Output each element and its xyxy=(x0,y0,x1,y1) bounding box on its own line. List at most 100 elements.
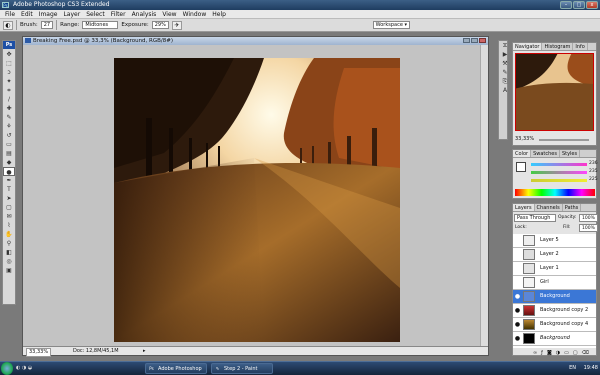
status-arrow-icon[interactable]: ▸ xyxy=(143,347,146,356)
visibility-toggle[interactable] xyxy=(514,279,521,286)
eyedropper-tool-icon[interactable]: ⌇ xyxy=(3,221,15,230)
layer-row[interactable]: Girl xyxy=(513,276,596,290)
exposure-input[interactable]: 29% xyxy=(151,21,169,29)
link-layers-icon[interactable]: ∞ xyxy=(533,350,537,356)
tab-layers[interactable]: Layers xyxy=(513,204,535,211)
menu-file[interactable]: File xyxy=(2,10,18,19)
visibility-toggle[interactable] xyxy=(514,265,521,272)
clone-source-panel-icon[interactable]: ⎘ xyxy=(499,77,511,86)
tab-navigator[interactable]: Navigator xyxy=(513,43,543,50)
image-canvas[interactable] xyxy=(114,58,400,342)
trash-icon[interactable]: ⌫ xyxy=(582,350,589,356)
tool-preset-icon[interactable]: ◐ xyxy=(3,20,13,30)
document-close-button[interactable] xyxy=(479,38,486,43)
tab-channels[interactable]: Channels xyxy=(535,204,563,211)
maximize-button[interactable]: □ xyxy=(573,1,585,9)
path-selection-tool-icon[interactable]: ➤ xyxy=(3,194,15,203)
dodge-tool-icon[interactable]: ● xyxy=(3,167,15,176)
tab-histogram[interactable]: Histogram xyxy=(542,43,574,50)
type-tool-icon[interactable]: T xyxy=(3,185,15,194)
opacity-input[interactable]: 100% xyxy=(579,214,598,222)
tab-color[interactable]: Color xyxy=(513,150,532,157)
layer-row-selected[interactable]: ● Background xyxy=(513,290,596,304)
history-brush-tool-icon[interactable]: ↺ xyxy=(3,131,15,140)
range-select[interactable]: Midtones xyxy=(82,21,119,29)
taskbar-paint[interactable]: ✎ Step 2 - Paint xyxy=(211,363,273,374)
shape-tool-icon[interactable]: ▢ xyxy=(3,203,15,212)
navigator-zoom[interactable]: 33,33% xyxy=(515,136,534,142)
menu-layer[interactable]: Layer xyxy=(60,10,83,19)
menu-edit[interactable]: Edit xyxy=(18,10,36,19)
document-maximize-button[interactable] xyxy=(471,38,478,43)
brush-size-picker[interactable]: 27 xyxy=(40,21,54,29)
blend-mode-select[interactable]: Pass Through xyxy=(514,214,556,222)
layer-mask-icon[interactable]: ◙ xyxy=(547,350,552,356)
menu-help[interactable]: Help xyxy=(209,10,229,19)
layer-row[interactable]: Layer 2 xyxy=(513,248,596,262)
screen-mode-icon[interactable]: ▣ xyxy=(3,266,15,275)
healing-brush-tool-icon[interactable]: ✚ xyxy=(3,104,15,113)
slice-tool-icon[interactable]: ∕ xyxy=(3,95,15,104)
green-value[interactable]: 235 xyxy=(589,169,598,174)
layer-row[interactable]: Layer 5 xyxy=(513,234,596,248)
gradient-tool-icon[interactable]: ▤ xyxy=(3,149,15,158)
actions-panel-icon[interactable]: ▶ xyxy=(499,50,511,59)
hand-tool-icon[interactable]: ✋ xyxy=(3,230,15,239)
close-button[interactable]: x xyxy=(586,1,598,9)
eye-icon[interactable]: ● xyxy=(514,293,521,300)
document-minimize-button[interactable] xyxy=(463,38,470,43)
tab-info[interactable]: Info xyxy=(573,43,588,50)
workspace-button[interactable]: Workspace ▾ xyxy=(372,21,410,29)
brushes-panel-icon[interactable]: ✎ xyxy=(499,68,511,77)
menu-filter[interactable]: Filter xyxy=(108,10,129,19)
move-tool-icon[interactable]: ✥ xyxy=(3,50,15,59)
visibility-toggle[interactable] xyxy=(514,237,521,244)
taskbar-photoshop[interactable]: Ps Adobe Photoshop C... xyxy=(145,363,207,374)
clock[interactable]: 19:48 xyxy=(584,365,598,371)
quick-mask-icon[interactable]: ◎ xyxy=(3,257,15,266)
crop-tool-icon[interactable]: ⌗ xyxy=(3,86,15,95)
minimize-button[interactable]: – xyxy=(560,1,572,9)
red-value[interactable]: 236 xyxy=(589,161,598,166)
blue-slider[interactable] xyxy=(531,179,587,182)
new-layer-icon[interactable]: ▢ xyxy=(573,350,578,356)
menu-image[interactable]: Image xyxy=(36,10,61,19)
eye-icon[interactable]: ● xyxy=(514,335,521,342)
color-ramp[interactable] xyxy=(515,189,595,196)
clone-stamp-tool-icon[interactable]: ⚘ xyxy=(3,122,15,131)
navigator-zoom-slider[interactable] xyxy=(539,139,589,141)
blue-value[interactable]: 225 xyxy=(589,177,598,182)
tab-styles[interactable]: Styles xyxy=(560,150,581,157)
zoom-level[interactable]: 33,33% xyxy=(26,348,52,357)
history-panel-icon[interactable]: ⧖ xyxy=(499,41,511,50)
green-slider[interactable] xyxy=(531,171,587,174)
language-indicator[interactable]: EN xyxy=(569,365,576,371)
red-slider[interactable] xyxy=(531,163,587,166)
tab-paths[interactable]: Paths xyxy=(563,204,582,211)
layer-row[interactable]: ● Background xyxy=(513,332,596,346)
fill-input[interactable]: 100% xyxy=(579,224,598,232)
navigator-thumbnail[interactable] xyxy=(515,53,594,131)
eraser-tool-icon[interactable]: ▭ xyxy=(3,140,15,149)
start-button[interactable] xyxy=(1,362,13,375)
magic-wand-tool-icon[interactable]: ✦ xyxy=(3,77,15,86)
eye-icon[interactable]: ● xyxy=(514,307,521,314)
layer-row[interactable]: Layer 1 xyxy=(513,262,596,276)
color-swatches-icon[interactable]: ◧ xyxy=(3,248,15,257)
vertical-scrollbar[interactable] xyxy=(480,45,488,346)
pen-tool-icon[interactable]: ✒ xyxy=(3,176,15,185)
character-panel-icon[interactable]: A xyxy=(499,86,511,95)
quick-launch-icons[interactable]: ◐ ◑ ◒ xyxy=(16,365,32,371)
tool-presets-panel-icon[interactable]: ⚒ xyxy=(499,59,511,68)
new-group-icon[interactable]: ▭ xyxy=(564,350,569,356)
menu-view[interactable]: View xyxy=(159,10,179,19)
lasso-tool-icon[interactable]: ↄ xyxy=(3,68,15,77)
adjustment-layer-icon[interactable]: ◑ xyxy=(556,350,560,356)
menu-window[interactable]: Window xyxy=(180,10,210,19)
visibility-toggle[interactable] xyxy=(514,251,521,258)
zoom-tool-icon[interactable]: ⚲ xyxy=(3,239,15,248)
airbrush-icon[interactable]: ✈ xyxy=(171,20,182,30)
menu-analysis[interactable]: Analysis xyxy=(129,10,160,19)
brush-tool-icon[interactable]: ✎ xyxy=(3,113,15,122)
menu-select[interactable]: Select xyxy=(83,10,108,19)
